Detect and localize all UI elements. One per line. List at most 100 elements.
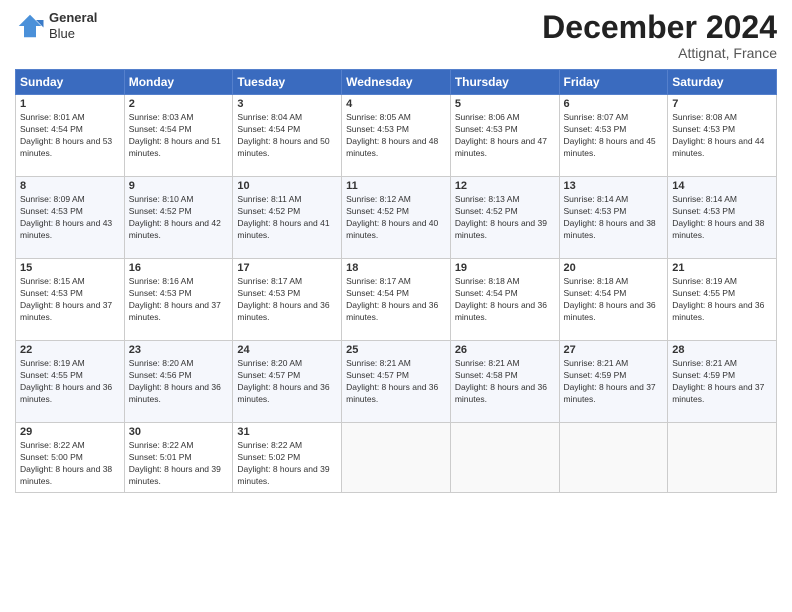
table-row: 28 Sunrise: 8:21 AM Sunset: 4:59 PM Dayl… <box>668 341 777 423</box>
table-row: 29 Sunrise: 8:22 AM Sunset: 5:00 PM Dayl… <box>16 423 125 493</box>
day-number: 13 <box>564 180 664 192</box>
table-row: 5 Sunrise: 8:06 AM Sunset: 4:53 PM Dayli… <box>450 95 559 177</box>
day-info: Sunrise: 8:20 AM Sunset: 4:57 PM Dayligh… <box>237 358 337 406</box>
title-block: December 2024 Attignat, France <box>542 10 777 61</box>
day-number: 4 <box>346 98 446 110</box>
table-row: 25 Sunrise: 8:21 AM Sunset: 4:57 PM Dayl… <box>342 341 451 423</box>
table-row: 27 Sunrise: 8:21 AM Sunset: 4:59 PM Dayl… <box>559 341 668 423</box>
table-row <box>342 423 451 493</box>
table-row: 17 Sunrise: 8:17 AM Sunset: 4:53 PM Dayl… <box>233 259 342 341</box>
day-number: 12 <box>455 180 555 192</box>
table-row: 20 Sunrise: 8:18 AM Sunset: 4:54 PM Dayl… <box>559 259 668 341</box>
day-info: Sunrise: 8:22 AM Sunset: 5:01 PM Dayligh… <box>129 440 229 488</box>
calendar-header-row: Sunday Monday Tuesday Wednesday Thursday… <box>16 70 777 95</box>
table-row: 8 Sunrise: 8:09 AM Sunset: 4:53 PM Dayli… <box>16 177 125 259</box>
day-info: Sunrise: 8:04 AM Sunset: 4:54 PM Dayligh… <box>237 112 337 160</box>
day-number: 6 <box>564 98 664 110</box>
day-number: 18 <box>346 262 446 274</box>
col-thursday: Thursday <box>450 70 559 95</box>
table-row: 1 Sunrise: 8:01 AM Sunset: 4:54 PM Dayli… <box>16 95 125 177</box>
day-number: 2 <box>129 98 229 110</box>
day-number: 17 <box>237 262 337 274</box>
day-number: 14 <box>672 180 772 192</box>
day-info: Sunrise: 8:19 AM Sunset: 4:55 PM Dayligh… <box>672 276 772 324</box>
day-number: 9 <box>129 180 229 192</box>
day-info: Sunrise: 8:05 AM Sunset: 4:53 PM Dayligh… <box>346 112 446 160</box>
day-info: Sunrise: 8:01 AM Sunset: 4:54 PM Dayligh… <box>20 112 120 160</box>
day-info: Sunrise: 8:12 AM Sunset: 4:52 PM Dayligh… <box>346 194 446 242</box>
table-row: 6 Sunrise: 8:07 AM Sunset: 4:53 PM Dayli… <box>559 95 668 177</box>
day-number: 27 <box>564 344 664 356</box>
day-number: 22 <box>20 344 120 356</box>
day-info: Sunrise: 8:21 AM Sunset: 4:57 PM Dayligh… <box>346 358 446 406</box>
day-info: Sunrise: 8:19 AM Sunset: 4:55 PM Dayligh… <box>20 358 120 406</box>
col-monday: Monday <box>124 70 233 95</box>
table-row: 16 Sunrise: 8:16 AM Sunset: 4:53 PM Dayl… <box>124 259 233 341</box>
table-row: 23 Sunrise: 8:20 AM Sunset: 4:56 PM Dayl… <box>124 341 233 423</box>
day-info: Sunrise: 8:14 AM Sunset: 4:53 PM Dayligh… <box>672 194 772 242</box>
logo: General Blue <box>15 10 97 41</box>
day-info: Sunrise: 8:21 AM Sunset: 4:58 PM Dayligh… <box>455 358 555 406</box>
day-number: 31 <box>237 426 337 438</box>
day-number: 19 <box>455 262 555 274</box>
day-number: 1 <box>20 98 120 110</box>
day-info: Sunrise: 8:10 AM Sunset: 4:52 PM Dayligh… <box>129 194 229 242</box>
day-number: 8 <box>20 180 120 192</box>
logo-icon <box>15 11 45 41</box>
day-info: Sunrise: 8:16 AM Sunset: 4:53 PM Dayligh… <box>129 276 229 324</box>
day-info: Sunrise: 8:21 AM Sunset: 4:59 PM Dayligh… <box>564 358 664 406</box>
day-info: Sunrise: 8:03 AM Sunset: 4:54 PM Dayligh… <box>129 112 229 160</box>
table-row: 3 Sunrise: 8:04 AM Sunset: 4:54 PM Dayli… <box>233 95 342 177</box>
day-info: Sunrise: 8:17 AM Sunset: 4:53 PM Dayligh… <box>237 276 337 324</box>
page-container: General Blue December 2024 Attignat, Fra… <box>0 0 792 612</box>
day-info: Sunrise: 8:20 AM Sunset: 4:56 PM Dayligh… <box>129 358 229 406</box>
day-number: 16 <box>129 262 229 274</box>
day-number: 23 <box>129 344 229 356</box>
location-subtitle: Attignat, France <box>542 45 777 61</box>
day-number: 5 <box>455 98 555 110</box>
day-number: 21 <box>672 262 772 274</box>
day-number: 24 <box>237 344 337 356</box>
day-info: Sunrise: 8:18 AM Sunset: 4:54 PM Dayligh… <box>564 276 664 324</box>
logo-blue: Blue <box>49 26 97 42</box>
table-row: 18 Sunrise: 8:17 AM Sunset: 4:54 PM Dayl… <box>342 259 451 341</box>
logo-general: General <box>49 10 97 26</box>
table-row: 26 Sunrise: 8:21 AM Sunset: 4:58 PM Dayl… <box>450 341 559 423</box>
table-row: 31 Sunrise: 8:22 AM Sunset: 5:02 PM Dayl… <box>233 423 342 493</box>
table-row: 13 Sunrise: 8:14 AM Sunset: 4:53 PM Dayl… <box>559 177 668 259</box>
table-row: 24 Sunrise: 8:20 AM Sunset: 4:57 PM Dayl… <box>233 341 342 423</box>
day-number: 7 <box>672 98 772 110</box>
day-info: Sunrise: 8:15 AM Sunset: 4:53 PM Dayligh… <box>20 276 120 324</box>
day-number: 10 <box>237 180 337 192</box>
table-row: 30 Sunrise: 8:22 AM Sunset: 5:01 PM Dayl… <box>124 423 233 493</box>
table-row: 9 Sunrise: 8:10 AM Sunset: 4:52 PM Dayli… <box>124 177 233 259</box>
table-row: 19 Sunrise: 8:18 AM Sunset: 4:54 PM Dayl… <box>450 259 559 341</box>
day-info: Sunrise: 8:11 AM Sunset: 4:52 PM Dayligh… <box>237 194 337 242</box>
table-row: 15 Sunrise: 8:15 AM Sunset: 4:53 PM Dayl… <box>16 259 125 341</box>
col-wednesday: Wednesday <box>342 70 451 95</box>
table-row: 2 Sunrise: 8:03 AM Sunset: 4:54 PM Dayli… <box>124 95 233 177</box>
day-info: Sunrise: 8:07 AM Sunset: 4:53 PM Dayligh… <box>564 112 664 160</box>
day-number: 15 <box>20 262 120 274</box>
table-row: 10 Sunrise: 8:11 AM Sunset: 4:52 PM Dayl… <box>233 177 342 259</box>
col-friday: Friday <box>559 70 668 95</box>
day-info: Sunrise: 8:08 AM Sunset: 4:53 PM Dayligh… <box>672 112 772 160</box>
table-row: 21 Sunrise: 8:19 AM Sunset: 4:55 PM Dayl… <box>668 259 777 341</box>
day-number: 26 <box>455 344 555 356</box>
table-row <box>668 423 777 493</box>
table-row: 12 Sunrise: 8:13 AM Sunset: 4:52 PM Dayl… <box>450 177 559 259</box>
day-number: 30 <box>129 426 229 438</box>
day-number: 28 <box>672 344 772 356</box>
table-row: 11 Sunrise: 8:12 AM Sunset: 4:52 PM Dayl… <box>342 177 451 259</box>
day-info: Sunrise: 8:17 AM Sunset: 4:54 PM Dayligh… <box>346 276 446 324</box>
day-info: Sunrise: 8:06 AM Sunset: 4:53 PM Dayligh… <box>455 112 555 160</box>
day-info: Sunrise: 8:22 AM Sunset: 5:02 PM Dayligh… <box>237 440 337 488</box>
month-title: December 2024 <box>542 10 777 45</box>
day-number: 3 <box>237 98 337 110</box>
calendar-table: Sunday Monday Tuesday Wednesday Thursday… <box>15 69 777 493</box>
day-info: Sunrise: 8:13 AM Sunset: 4:52 PM Dayligh… <box>455 194 555 242</box>
day-number: 11 <box>346 180 446 192</box>
day-info: Sunrise: 8:21 AM Sunset: 4:59 PM Dayligh… <box>672 358 772 406</box>
table-row: 7 Sunrise: 8:08 AM Sunset: 4:53 PM Dayli… <box>668 95 777 177</box>
table-row: 14 Sunrise: 8:14 AM Sunset: 4:53 PM Dayl… <box>668 177 777 259</box>
